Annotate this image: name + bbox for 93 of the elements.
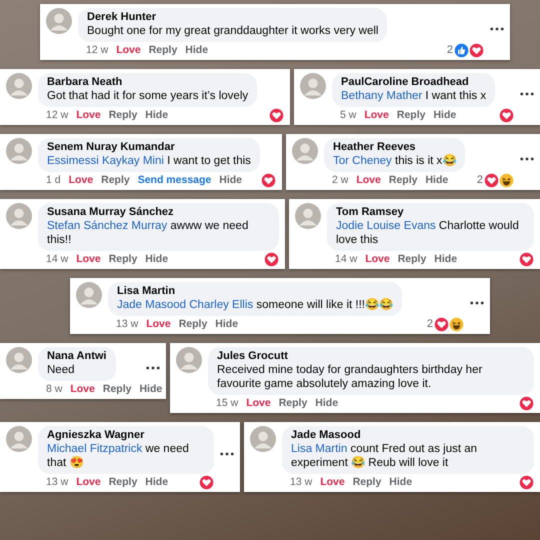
action-link[interactable]: Reply — [148, 43, 178, 58]
comment-time: 14 w — [335, 252, 358, 267]
comment-time: 2 w — [332, 173, 348, 188]
action-link[interactable]: Hide — [389, 475, 412, 490]
action-link[interactable]: Hide — [185, 43, 208, 58]
author-name[interactable]: Jules Grocutt — [217, 350, 525, 363]
love-link[interactable]: Love — [246, 396, 271, 411]
mention-link[interactable]: Jade Masood Charley Ellis — [117, 299, 254, 311]
comment-text: Lisa Martin count Fred out as just an experiment 😂 Reub will love it — [291, 442, 478, 470]
comment-time: 8 w — [46, 382, 62, 397]
mention-link[interactable]: Michael Fitzpatrick — [47, 443, 142, 455]
mention-link[interactable]: Essimessi Kaykay Mini — [47, 155, 164, 167]
author-name[interactable]: Agnieszka Wagner — [47, 429, 205, 442]
comment-time: 14 w — [46, 252, 68, 267]
action-link[interactable]: Hide — [145, 252, 168, 267]
author-name[interactable]: Lisa Martin — [117, 285, 394, 298]
thumbs-up-icon[interactable] — [454, 43, 469, 58]
reaction-count: 2 — [476, 173, 483, 188]
love-link[interactable]: Love — [320, 475, 345, 490]
comment-time: 12 w — [46, 108, 68, 123]
author-name[interactable]: Nana Antwi — [47, 350, 106, 363]
action-link[interactable]: Reply — [102, 382, 132, 397]
comment-time: 13 w — [46, 475, 68, 490]
author-name[interactable]: Tom Ramsey — [336, 206, 525, 219]
more-options-icon[interactable] — [146, 366, 160, 370]
comment-time: 15 w — [216, 396, 238, 411]
action-link[interactable]: Reply — [352, 475, 382, 490]
mention-link[interactable]: Tor Cheney — [333, 155, 392, 167]
love-link[interactable]: Love — [365, 252, 390, 267]
more-options-icon[interactable] — [470, 301, 484, 305]
author-name[interactable]: PaulCaroline Broadhead — [341, 76, 486, 89]
action-link[interactable]: Reply — [108, 252, 138, 267]
love-link[interactable]: Love — [76, 252, 101, 267]
action-link[interactable]: Hide — [425, 173, 448, 188]
mention-link[interactable]: Stefan Sánchez Murray — [47, 220, 168, 232]
comment-time: 13 w — [290, 475, 312, 490]
action-link[interactable]: Reply — [396, 108, 426, 123]
action-link[interactable]: Reply — [108, 475, 138, 490]
reaction-count: 2 — [426, 317, 433, 332]
comment-text: Stefan Sánchez Murray awww we need this!! — [47, 219, 250, 247]
action-link[interactable]: Hide — [219, 173, 242, 188]
action-link[interactable]: Hide — [433, 108, 456, 123]
mention-link[interactable]: Bethany Mather — [341, 90, 422, 102]
action-link[interactable]: Reply — [178, 317, 208, 332]
love-link[interactable]: Love — [364, 108, 389, 123]
author-name[interactable]: Barbara Neath — [47, 76, 248, 89]
comment-text: Got that had it for some years it’s lovely — [47, 89, 248, 103]
action-link[interactable]: Hide — [145, 475, 168, 490]
action-link[interactable]: Reply — [101, 173, 130, 188]
action-link[interactable]: Hide — [139, 382, 162, 397]
more-options-icon[interactable] — [520, 92, 534, 96]
author-name[interactable]: Susana Murray Sánchez — [47, 206, 270, 219]
comment-text: Bethany Mather I want this x — [341, 89, 486, 103]
action-link[interactable]: Hide — [315, 396, 338, 411]
action-link[interactable]: Hide — [434, 252, 458, 267]
comment-text: Tor Cheney this is it x😂 — [333, 154, 456, 168]
author-name[interactable]: Jade Masood — [291, 429, 525, 442]
author-name[interactable]: Heather Reeves — [333, 141, 456, 154]
comment-text: Essimessi Kaykay Mini I want to get this — [47, 154, 251, 168]
action-link[interactable]: Reply — [398, 252, 426, 267]
more-options-icon[interactable] — [490, 27, 504, 31]
comment-text: Jodie Louise Evans Charlotte would love this — [336, 219, 520, 247]
more-options-icon[interactable] — [220, 452, 234, 456]
comment-time: 13 w — [116, 317, 138, 332]
comment-time: 1 d — [46, 173, 61, 188]
more-options-icon[interactable] — [520, 157, 534, 161]
comment-time: 5 w — [340, 108, 356, 123]
action-link[interactable]: Hide — [145, 108, 168, 123]
action-link[interactable]: Reply — [108, 108, 138, 123]
love-link[interactable]: Love — [76, 108, 101, 123]
author-name[interactable]: Derek Hunter — [87, 11, 378, 24]
love-link[interactable]: Love — [76, 475, 101, 490]
comment-text: Bought one for my great granddaughter it works very well — [87, 24, 378, 38]
action-link[interactable]: Hide — [215, 317, 238, 332]
reaction-count: 2 — [446, 43, 453, 58]
send-message-link[interactable]: Send message — [138, 173, 212, 188]
love-link[interactable]: Love — [146, 317, 171, 332]
comment-text: Jade Masood Charley Ellis someone will like it !!!😂😂 — [117, 298, 394, 312]
love-link[interactable]: Love — [356, 173, 381, 188]
comment-text: Received mine today for grandaughters birthday her favourite game absolutely amazing love it. — [217, 363, 484, 391]
comment-text: Need — [47, 363, 76, 377]
laughing-face-icon[interactable] — [499, 173, 514, 188]
author-name[interactable]: Senem Nuray Kumandar — [47, 141, 251, 154]
comment-time: 12 w — [86, 43, 108, 58]
comment-text: Michael Fitzpatrick we need that 😍 — [47, 442, 190, 470]
mention-link[interactable]: Jodie Louise Evans — [336, 220, 436, 232]
love-link[interactable]: Love — [68, 173, 94, 188]
action-link[interactable]: Reply — [278, 396, 308, 411]
love-link[interactable]: Love — [116, 43, 141, 58]
mention-link[interactable]: Lisa Martin — [291, 443, 348, 455]
action-link[interactable]: Reply — [388, 173, 418, 188]
laughing-face-icon[interactable] — [449, 317, 464, 332]
love-link[interactable]: Love — [70, 382, 95, 397]
